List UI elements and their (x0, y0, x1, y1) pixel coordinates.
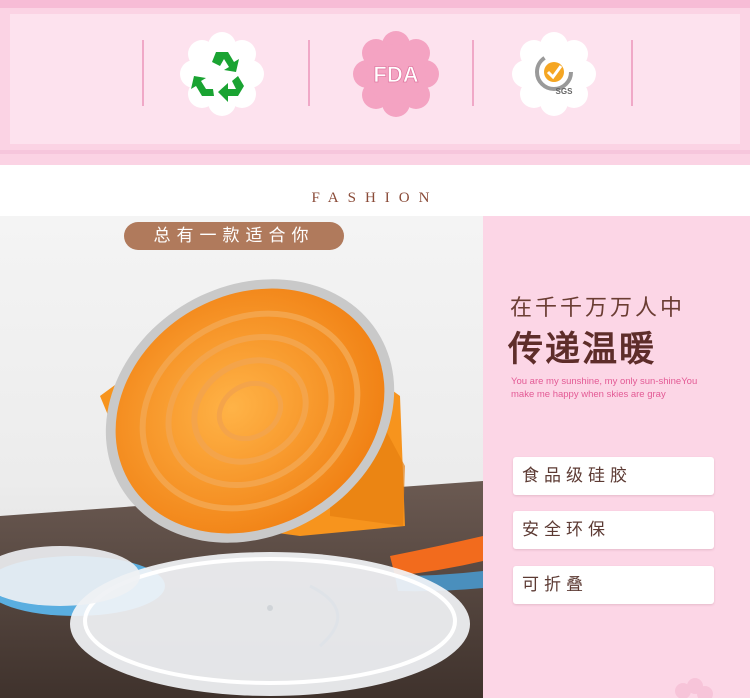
divider-line (631, 40, 633, 106)
collapsible-cup-image (0, 216, 483, 698)
headline-line2: 传递温暖 (508, 330, 657, 370)
product-photo (0, 216, 483, 698)
svg-text:FDA: FDA (373, 62, 418, 87)
section-title: FASHION (311, 190, 439, 206)
recycle-badge (176, 28, 268, 120)
english-tagline: You are my sunshine, my only sun-shineYo… (511, 376, 698, 400)
feature-item: 食品级硅胶 (513, 457, 714, 495)
top-strip (0, 0, 750, 8)
slogan-badge: 总有一款适合你 (124, 222, 344, 250)
divider-line (308, 40, 310, 106)
feature-item: 安全环保 (513, 511, 714, 549)
band-divider (0, 150, 750, 154)
sgs-icon: SGS (512, 32, 596, 116)
sgs-badge: SGS (508, 28, 600, 120)
recycle-icon (180, 32, 264, 116)
headline-line1: 在千千万万人中 (510, 296, 686, 321)
fda-icon: FDA (353, 31, 439, 117)
svg-text:SGS: SGS (556, 87, 574, 96)
divider-line (472, 40, 474, 106)
divider-line (142, 40, 144, 106)
feature-item: 可折叠 (513, 566, 714, 604)
fda-badge: FDA (350, 28, 442, 120)
